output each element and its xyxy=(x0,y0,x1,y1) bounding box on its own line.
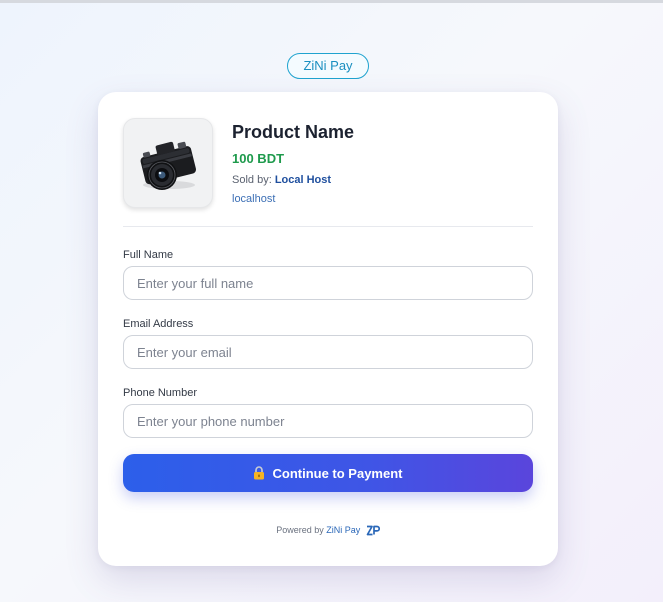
checkout-card: Product Name 100 BDT Sold by: Local Host… xyxy=(98,92,558,566)
phone-label: Phone Number xyxy=(123,387,197,399)
full-name-label: Full Name xyxy=(123,249,174,261)
continue-to-payment-label: Continue to Payment xyxy=(272,465,403,481)
phone-input[interactable] xyxy=(123,404,533,438)
full-name-input[interactable] xyxy=(123,266,533,300)
email-input[interactable] xyxy=(123,335,533,369)
powered-by-brand: ZiNi Pay xyxy=(326,525,361,535)
zp-logo-icon xyxy=(366,525,380,536)
email-label: Email Address xyxy=(123,318,194,330)
product-price: 100 BDT xyxy=(232,151,285,166)
continue-to-payment-button[interactable]: Continue to Payment xyxy=(123,454,533,492)
product-name: Product Name xyxy=(232,122,355,142)
sold-by-label: Sold by: xyxy=(232,174,272,186)
brand-badge: ZiNi Pay xyxy=(287,53,369,79)
top-border xyxy=(0,0,663,3)
powered-by-text: Powered by xyxy=(276,525,324,535)
seller-info: Sold by: Local Host xyxy=(232,174,331,186)
camera-icon xyxy=(140,141,197,190)
divider xyxy=(123,226,533,227)
product-image xyxy=(123,118,213,208)
powered-by-footer: Powered by ZiNi Pay xyxy=(98,525,558,536)
seller-site: localhost xyxy=(232,193,276,205)
lock-icon xyxy=(254,466,265,480)
seller-name: Local Host xyxy=(274,174,332,186)
